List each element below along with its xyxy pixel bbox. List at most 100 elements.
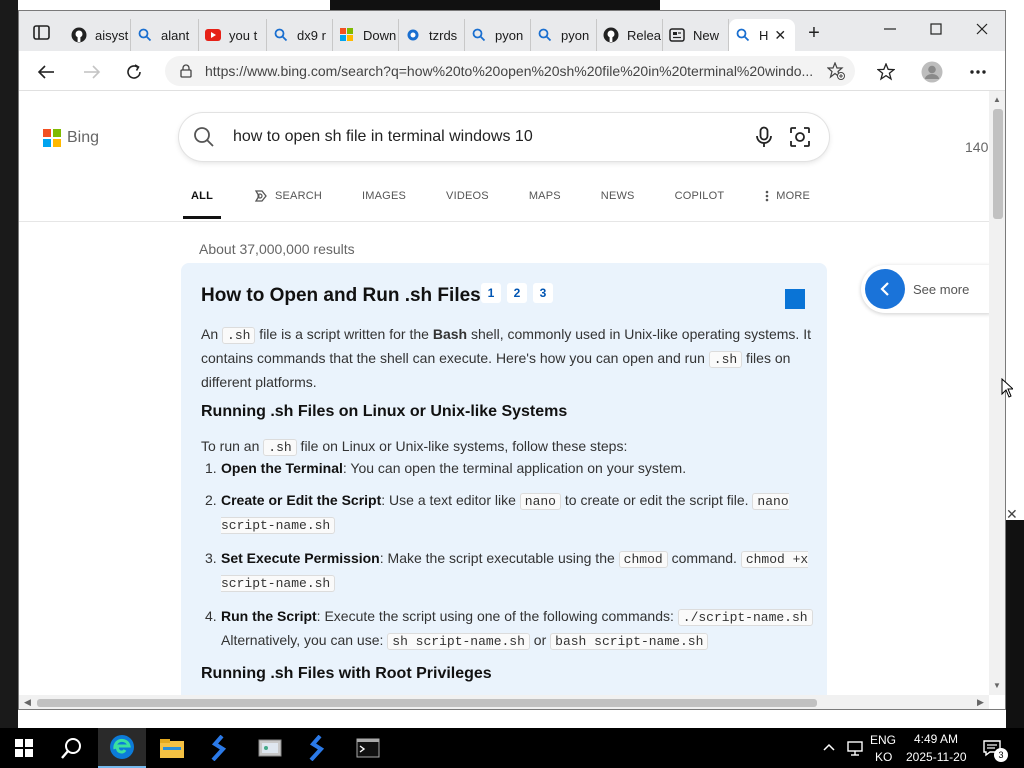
answer-references: 1 2 3	[481, 283, 559, 303]
microphone-icon[interactable]	[751, 124, 777, 150]
see-more-label: See more	[913, 281, 970, 297]
scroll-down-icon[interactable]: ▼	[993, 681, 1001, 690]
expand-square-icon[interactable]	[785, 289, 805, 309]
tab-label: Down	[363, 27, 397, 43]
microsoft-icon	[339, 27, 355, 43]
see-more-button[interactable]: See more	[861, 265, 989, 313]
scope-more[interactable]: MORE	[764, 189, 810, 203]
cloud-icon	[405, 27, 421, 43]
scroll-up-icon[interactable]: ▲	[993, 95, 1001, 104]
taskbar-blue-app[interactable]	[196, 728, 244, 768]
newtab-page-icon	[669, 27, 685, 43]
add-favorite-icon[interactable]	[827, 62, 845, 80]
bing-logo[interactable]: Bing	[43, 129, 99, 147]
settings-more-button[interactable]	[965, 59, 991, 85]
address-bar[interactable]: https://www.bing.com/search?q=how%20to%2…	[165, 56, 855, 86]
clock-time[interactable]: 4:49 AM	[914, 732, 958, 746]
chevron-up-icon[interactable]	[822, 742, 836, 752]
scope-copilot[interactable]: COPILOT	[675, 190, 725, 202]
close-tab-icon[interactable]: ✕	[774, 27, 786, 44]
scope-search[interactable]: SEARCH	[253, 189, 322, 203]
start-button[interactable]	[0, 728, 48, 768]
results-count: About 37,000,000 results	[199, 241, 355, 257]
terminal-icon	[356, 738, 380, 758]
edge-icon	[110, 735, 134, 759]
tab-0[interactable]: aisyst	[65, 19, 131, 51]
refresh-button[interactable]	[121, 59, 147, 85]
tab-6[interactable]: pyon	[465, 19, 531, 51]
search-icon	[61, 738, 81, 759]
forward-button[interactable]	[79, 59, 105, 85]
url-text[interactable]: https://www.bing.com/search?q=how%20to%2…	[205, 63, 827, 79]
tab-9[interactable]: New	[663, 19, 729, 51]
list-item: 4. Run the Script: Execute the script usi…	[201, 605, 817, 653]
new-tab-button[interactable]: +	[803, 23, 825, 45]
taskbar-blue-app-2[interactable]	[294, 728, 342, 768]
tab-4[interactable]: Down	[333, 19, 399, 51]
tab-8[interactable]: Relea	[597, 19, 663, 51]
lock-icon[interactable]	[179, 64, 193, 78]
back-button[interactable]	[33, 59, 59, 85]
rewards-count[interactable]: 140	[965, 139, 988, 155]
scope-all[interactable]: ALL	[183, 190, 221, 219]
answer-intro: An .sh file is a script written for the …	[201, 326, 811, 390]
taskbar-file-explorer[interactable]	[148, 728, 196, 768]
minimize-button[interactable]	[867, 15, 913, 43]
search-scopes: ALL SEARCH IMAGES VIDEOS MAPS NEWS COPIL…	[183, 181, 850, 219]
reference-2[interactable]: 2	[507, 283, 527, 303]
favorites-star-icon	[877, 63, 895, 81]
visual-search-icon[interactable]	[787, 124, 813, 150]
horizontal-scrollbar[interactable]: ◀ ▶	[19, 695, 989, 709]
taskbar-control-panel[interactable]	[246, 728, 294, 768]
tab-3[interactable]: dx9 r	[267, 19, 333, 51]
search-input[interactable]: how to open sh file in terminal windows …	[233, 128, 751, 146]
navigation-bar: https://www.bing.com/search?q=how%20to%2…	[19, 51, 1005, 91]
background-window-close-icon[interactable]: ✕	[1006, 506, 1018, 523]
tab-5[interactable]: tzrds	[399, 19, 465, 51]
profile-button[interactable]	[919, 59, 945, 85]
browser-window: aisyst alant you t dx9 r Down tzrds pyon	[18, 10, 1006, 710]
taskbar-terminal[interactable]	[344, 728, 392, 768]
scrollbar-thumb[interactable]	[993, 109, 1003, 219]
tab-active[interactable]: H ✕	[729, 19, 795, 51]
taskbar-search-button[interactable]	[48, 728, 96, 768]
taskbar-edge[interactable]	[98, 728, 146, 768]
close-icon	[976, 23, 988, 35]
inline-code: sh script-name.sh	[387, 633, 530, 650]
tab-1[interactable]: alant	[131, 19, 199, 51]
scroll-left-icon[interactable]: ◀	[24, 697, 31, 708]
forward-arrow-icon	[84, 65, 101, 79]
tab-actions-button[interactable]	[31, 23, 53, 43]
scope-news[interactable]: NEWS	[601, 190, 635, 202]
tab-2[interactable]: you t	[199, 19, 267, 51]
reference-1[interactable]: 1	[481, 283, 501, 303]
maximize-icon	[930, 23, 942, 35]
scroll-right-icon[interactable]: ▶	[977, 697, 984, 708]
tab-7[interactable]: pyon	[531, 19, 597, 51]
input-language-bottom[interactable]: KO	[875, 750, 892, 764]
tab-label: dx9 r	[297, 27, 326, 43]
bing-logo-text: Bing	[67, 129, 100, 146]
favorites-button[interactable]	[873, 59, 899, 85]
scope-videos[interactable]: VIDEOS	[446, 190, 489, 202]
bing-results-page: Bing how to open sh file in terminal win…	[19, 91, 989, 695]
blue-app-icon	[309, 735, 325, 761]
scrollbar-thumb[interactable]	[37, 699, 817, 707]
background-window-edge	[1006, 520, 1024, 728]
desktop-background-left	[0, 0, 18, 728]
tab-label: pyon	[561, 27, 590, 43]
search-icon[interactable]	[193, 126, 215, 148]
control-panel-icon	[258, 739, 282, 757]
notification-count-badge: 3	[994, 748, 1008, 762]
reference-3[interactable]: 3	[533, 283, 553, 303]
clock-date[interactable]: 2025-11-20	[906, 750, 967, 764]
maximize-button[interactable]	[913, 15, 959, 43]
scope-maps[interactable]: MAPS	[529, 190, 561, 202]
input-language-top[interactable]: ENG	[870, 733, 896, 747]
close-window-button[interactable]	[959, 15, 1005, 43]
back-arrow-icon	[37, 65, 54, 79]
network-icon[interactable]	[846, 740, 864, 756]
search-box[interactable]: how to open sh file in terminal windows …	[179, 113, 829, 161]
tab-label: pyon	[495, 27, 524, 43]
scope-images[interactable]: IMAGES	[362, 190, 406, 202]
